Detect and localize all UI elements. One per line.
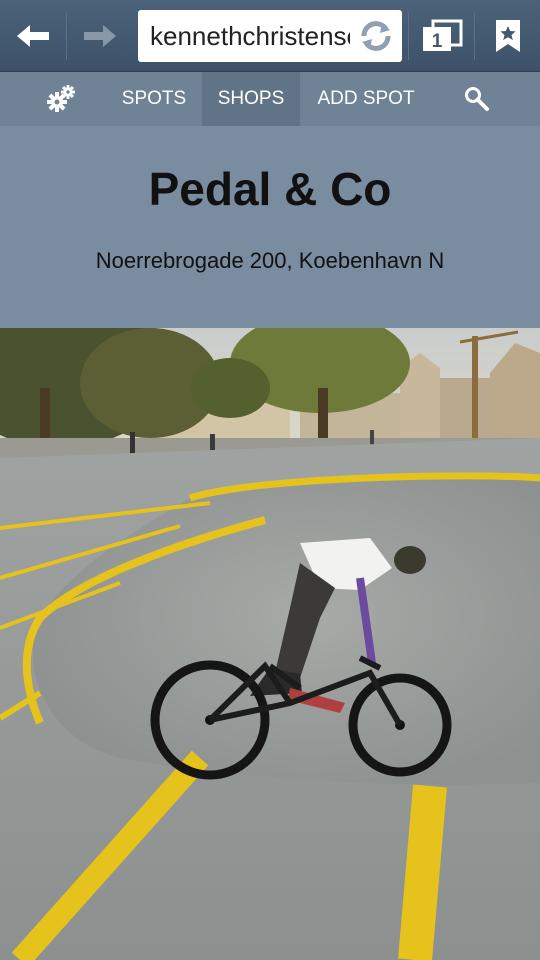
back-arrow-icon bbox=[17, 24, 49, 47]
reload-icon bbox=[361, 21, 391, 51]
tabs-icon: 1 bbox=[423, 19, 463, 52]
forward-button[interactable] bbox=[67, 0, 133, 71]
shop-address: Noerrebrogade 200, Koebenhavn N bbox=[95, 248, 445, 273]
shop-header: Pedal & Co Noerrebrogade 200, Koebenhavn… bbox=[0, 126, 540, 328]
gear-icon bbox=[47, 85, 75, 112]
tabs-button[interactable]: 1 bbox=[410, 0, 474, 71]
site-nav: SPOTS SHOPS ADD SPOT bbox=[0, 72, 540, 126]
forward-arrow-icon bbox=[84, 24, 116, 47]
shop-title: Pedal & Co bbox=[148, 163, 392, 215]
toolbar-divider bbox=[474, 12, 475, 60]
settings-button[interactable] bbox=[36, 72, 86, 126]
search-icon bbox=[465, 87, 489, 111]
browser-toolbar: kennethchristensen 1 bbox=[0, 0, 540, 72]
bookmark-icon bbox=[496, 19, 520, 52]
bookmark-button[interactable] bbox=[476, 0, 540, 71]
toolbar-divider bbox=[408, 12, 409, 60]
reload-button[interactable] bbox=[356, 16, 396, 61]
search-button[interactable] bbox=[452, 72, 502, 126]
url-text[interactable]: kennethchristensen bbox=[150, 10, 350, 62]
bmx-skatepark-photo bbox=[0, 328, 540, 960]
back-button[interactable] bbox=[0, 0, 66, 71]
nav-add-spot[interactable]: ADD SPOT bbox=[304, 72, 428, 126]
nav-shops[interactable]: SHOPS bbox=[202, 72, 300, 126]
nav-spots[interactable]: SPOTS bbox=[108, 72, 200, 126]
address-bar[interactable]: kennethchristensen bbox=[138, 10, 402, 62]
tab-count: 1 bbox=[432, 31, 443, 52]
shop-photo bbox=[0, 328, 540, 960]
